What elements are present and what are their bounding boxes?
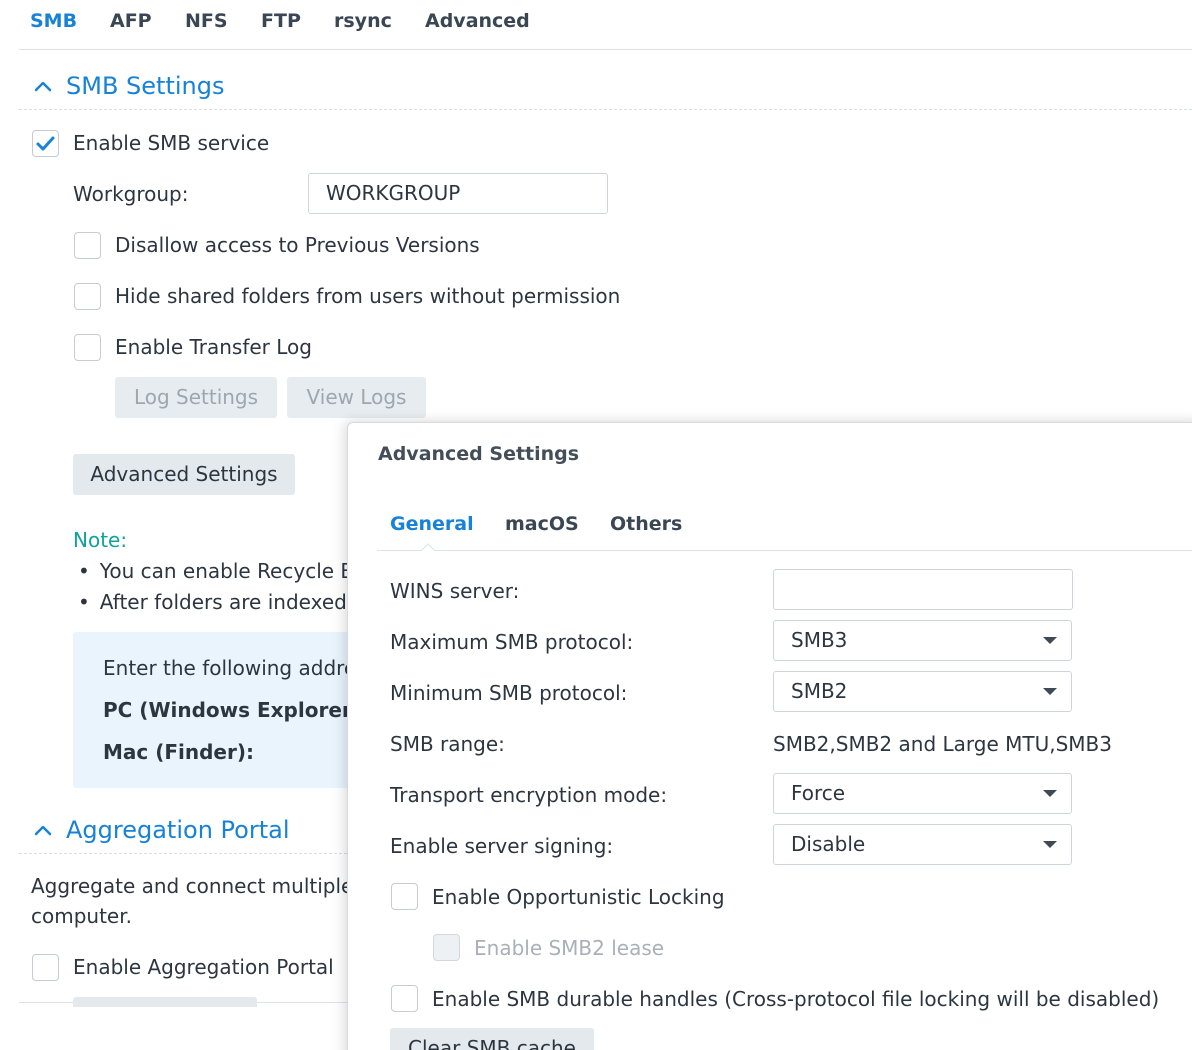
advanced-settings-button[interactable]: Advanced Settings [73,454,295,495]
enable-aggregation-portal-label: Enable Aggregation Portal [73,955,334,979]
tab-macos[interactable]: macOS [505,513,579,535]
min-smb-protocol-label: Minimum SMB protocol: [390,681,628,705]
note-title: Note: [73,528,128,552]
smb-range-label: SMB range: [390,732,505,756]
enable-aggregation-portal-checkbox[interactable] [32,954,59,981]
aggregation-settings-button[interactable] [73,997,257,1007]
smb2-lease-checkbox[interactable] [433,934,460,961]
smb-settings-header[interactable]: SMB Settings [30,72,224,100]
dropdown-arrow-icon [1043,688,1057,695]
info-text: Enter the following addre [103,656,357,680]
server-signing-value: Disable [791,832,866,856]
tab-ftp[interactable]: FTP [261,10,301,32]
section-divider [19,109,1192,110]
smb-range-value: SMB2,SMB2 and Large MTU,SMB3 [773,732,1112,756]
connection-info-box: Enter the following addre PC (Windows Ex… [73,632,393,788]
smb-settings-title: SMB Settings [66,72,225,100]
disallow-previous-versions-checkbox[interactable] [74,232,101,259]
opportunistic-locking-checkbox[interactable] [391,883,418,910]
transport-encryption-label: Transport encryption mode: [390,783,668,807]
dropdown-arrow-icon [1043,637,1057,644]
max-smb-protocol-value: SMB3 [791,628,848,652]
server-signing-label: Enable server signing: [390,834,614,858]
min-smb-protocol-select[interactable]: SMB2 [773,671,1072,712]
disallow-previous-versions-label: Disallow access to Previous Versions [115,233,480,257]
hide-shared-folders-checkbox[interactable] [74,283,101,310]
tab-nfs[interactable]: NFS [185,10,228,32]
tab-afp[interactable]: AFP [110,10,152,32]
note-bullet: After folders are indexed [78,590,347,614]
note-bullet: You can enable Recycle Bi [78,559,360,583]
advanced-settings-dialog: Advanced Settings General macOS Others W… [347,422,1192,1050]
enable-transfer-log-checkbox[interactable] [74,334,101,361]
tab-smb[interactable]: SMB [30,10,77,32]
enable-smb-label: Enable SMB service [73,131,270,155]
server-signing-select[interactable]: Disable [773,824,1072,865]
workgroup-input[interactable]: WORKGROUP [308,173,608,214]
smb2-lease-label: Enable SMB2 lease [474,936,665,960]
tab-general[interactable]: General [390,513,474,535]
hide-shared-folders-label: Hide shared folders from users without p… [115,284,621,308]
enable-transfer-log-label: Enable Transfer Log [115,335,312,359]
aggregation-desc-line2: computer. [31,904,132,928]
clear-smb-cache-button[interactable]: Clear SMB cache [390,1028,594,1050]
tab-rsync[interactable]: rsync [334,10,392,32]
wins-server-input[interactable] [773,569,1073,610]
active-tab-indicator [421,543,435,551]
dropdown-arrow-icon [1043,790,1057,797]
transport-encryption-value: Force [791,781,846,805]
dialog-title: Advanced Settings [378,443,580,465]
opportunistic-locking-label: Enable Opportunistic Locking [432,885,725,909]
transport-encryption-select[interactable]: Force [773,773,1072,814]
enable-smb-checkbox[interactable] [32,130,59,157]
service-tabs: SMB AFP NFS FTP rsync Advanced [0,0,1192,50]
tab-divider [377,550,1192,551]
chevron-up-icon [34,825,52,836]
chevron-up-icon [34,81,52,92]
aggregation-portal-header[interactable]: Aggregation Portal [30,816,290,844]
checkmark-icon [36,136,54,150]
max-smb-protocol-select[interactable]: SMB3 [773,620,1072,661]
aggregation-desc-line1: Aggregate and connect multiple [31,874,354,898]
tab-others[interactable]: Others [610,513,682,535]
workgroup-label: Workgroup: [73,182,189,206]
durable-handles-label: Enable SMB durable handles (Cross-protoc… [432,987,1160,1011]
mac-address-label: Mac (Finder): [103,740,254,764]
dropdown-arrow-icon [1043,841,1057,848]
wins-server-label: WINS server: [390,579,520,603]
durable-handles-checkbox[interactable] [391,985,418,1012]
min-smb-protocol-value: SMB2 [791,679,848,703]
tab-divider [19,49,1192,50]
aggregation-portal-title: Aggregation Portal [66,816,290,844]
log-settings-button[interactable]: Log Settings [115,377,277,418]
tab-advanced[interactable]: Advanced [425,10,530,32]
view-logs-button[interactable]: View Logs [287,377,426,418]
max-smb-protocol-label: Maximum SMB protocol: [390,630,634,654]
pc-address-label: PC (Windows Explorer [103,698,352,722]
